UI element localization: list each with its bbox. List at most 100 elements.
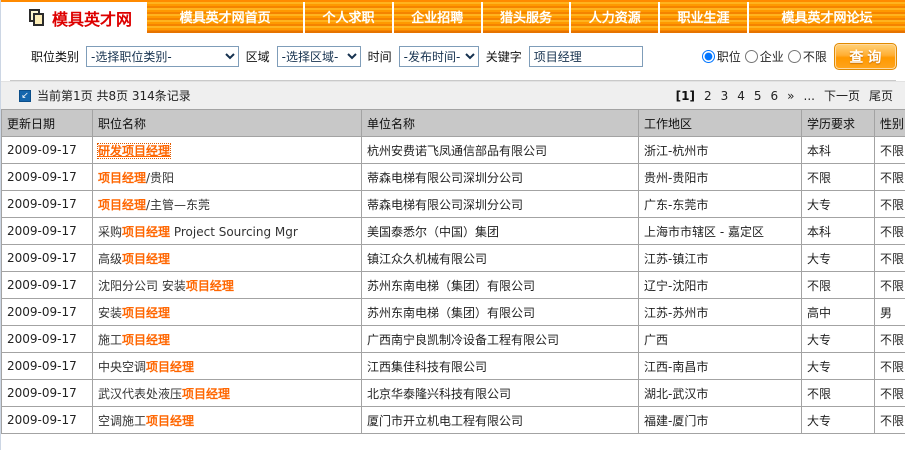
cell-education: 不限 — [802, 380, 875, 407]
page-link[interactable]: 5 — [754, 89, 762, 103]
nav-tab[interactable]: 猎头服务 — [483, 2, 570, 33]
cell-company-name: 杭州安费诺飞凤通信部品有限公司 — [362, 137, 639, 164]
cell-education: 大专 — [802, 326, 875, 353]
cell-update-date: 2009-09-17 — [2, 218, 93, 245]
search-bar: 职位类别 -选择职位类别- 区域 -选择区域- 时间 -发布时间- 关键字 职位… — [1, 33, 905, 80]
cell-update-date: 2009-09-17 — [2, 353, 93, 380]
position-link[interactable]: 安装项目经理 — [98, 306, 170, 320]
cell-gender: 不限 — [875, 326, 905, 353]
page-link[interactable]: 尾页 — [869, 87, 893, 104]
nav-tab-label: 猎头服务 — [500, 7, 552, 26]
cell-position-name: 空调施工项目经理 — [93, 407, 362, 434]
table-row: 2009-09-17 施工项目经理 广西南宁良凯制冷设备工程有限公司 广西 大专… — [2, 326, 905, 353]
cell-education: 大专 — [802, 245, 875, 272]
page-link[interactable]: ... — [804, 89, 815, 103]
cell-company-name: 厦门市开立机电工程有限公司 — [362, 407, 639, 434]
position-link[interactable]: 沈阳分公司 安装项目经理 — [98, 279, 234, 293]
nav-tab-label: 模具英才网论坛 — [781, 7, 872, 26]
cell-work-region: 福建-厦门市 — [639, 407, 802, 434]
table-row: 2009-09-17 高级项目经理 镇江众久机械有限公司 江苏-镇江市 大专 不… — [2, 245, 905, 272]
position-link[interactable]: 项目经理/主管—东莞 — [98, 198, 210, 212]
cell-update-date: 2009-09-17 — [2, 137, 93, 164]
table-row: 2009-09-17 项目经理/主管—东莞 蒂森电梯有限公司深圳分公司 广东-东… — [2, 191, 905, 218]
cell-company-name: 苏州东南电梯（集团）有限公司 — [362, 299, 639, 326]
nav-tab-label: 职业生涯 — [678, 7, 730, 26]
page-link[interactable]: 6 — [771, 89, 779, 103]
cell-work-region: 广西 — [639, 326, 802, 353]
nav-tab-label: 个人求职 — [323, 7, 375, 26]
nav-tab[interactable]: 企业招聘 — [394, 2, 481, 33]
cell-work-region: 江苏-镇江市 — [639, 245, 802, 272]
header-work-region: 工作地区 — [639, 110, 802, 137]
cell-position-name: 项目经理/贵阳 — [93, 164, 362, 191]
cell-gender: 不限 — [875, 218, 905, 245]
category-select[interactable]: -选择职位类别- — [86, 46, 239, 67]
cell-position-name: 施工项目经理 — [93, 326, 362, 353]
job-results-table: 更新日期 职位名称 单位名称 工作地区 学历要求 性别 2009-09-17 研… — [1, 109, 905, 434]
nav-tab[interactable]: 模具英才网论坛 — [749, 2, 905, 33]
scope-radio[interactable] — [788, 50, 801, 63]
cell-gender: 不限 — [875, 380, 905, 407]
position-link[interactable]: 中央空调项目经理 — [98, 360, 194, 374]
scope-radio-label: 企业 — [760, 48, 784, 65]
site-logo[interactable]: 模具英才网 — [1, 2, 147, 33]
search-button[interactable]: 查询 — [834, 43, 897, 70]
time-select[interactable]: -发布时间- — [399, 46, 479, 67]
page-link[interactable]: 2 — [704, 89, 712, 103]
position-link[interactable]: 施工项目经理 — [98, 333, 170, 347]
cell-position-name: 中央空调项目经理 — [93, 353, 362, 380]
position-link[interactable]: 空调施工项目经理 — [98, 414, 194, 428]
scope-radio-label: 不限 — [803, 48, 827, 65]
position-link[interactable]: 采购项目经理 Project Sourcing Mgr — [98, 225, 298, 239]
pagination-status: 当前第1页 共8页 314条记录 — [37, 87, 191, 104]
cell-position-name: 安装项目经理 — [93, 299, 362, 326]
region-select[interactable]: -选择区域- — [277, 46, 361, 67]
cell-position-name: 采购项目经理 Project Sourcing Mgr — [93, 218, 362, 245]
cell-work-region: 上海市市辖区 - 嘉定区 — [639, 218, 802, 245]
cell-work-region: 贵州-贵阳市 — [639, 164, 802, 191]
table-row: 2009-09-17 中央空调项目经理 江西集佳科技有限公司 江西-南昌市 大专… — [2, 353, 905, 380]
nav-tab[interactable]: 职业生涯 — [660, 2, 747, 33]
pagination-links: [1] 2 3 4 5 6 » ... 下一页 尾页 — [676, 87, 893, 104]
return-arrow-icon[interactable]: ↙ — [19, 90, 31, 102]
cell-company-name: 广西南宁良凯制冷设备工程有限公司 — [362, 326, 639, 353]
position-link[interactable]: 项目经理/贵阳 — [98, 171, 174, 185]
page-link[interactable]: » — [787, 89, 794, 103]
region-label: 区域 — [246, 48, 270, 65]
cell-company-name: 美国泰悉尔（中国）集团 — [362, 218, 639, 245]
scope-radio[interactable] — [702, 50, 715, 63]
header-update-date: 更新日期 — [2, 110, 93, 137]
pages-icon — [29, 9, 45, 27]
cell-education: 大专 — [802, 407, 875, 434]
cell-gender: 不限 — [875, 353, 905, 380]
cell-position-name: 项目经理/主管—东莞 — [93, 191, 362, 218]
nav-tab[interactable]: 模具英才网首页 — [147, 2, 303, 33]
table-header-row: 更新日期 职位名称 单位名称 工作地区 学历要求 性别 — [2, 110, 905, 137]
nav-tab[interactable]: 个人求职 — [305, 2, 392, 33]
cell-work-region: 浙江-杭州市 — [639, 137, 802, 164]
scope-radio[interactable] — [745, 50, 758, 63]
position-link[interactable]: 高级项目经理 — [98, 252, 170, 266]
nav-tab-label: 人力资源 — [589, 7, 641, 26]
table-row: 2009-09-17 采购项目经理 Project Sourcing Mgr 美… — [2, 218, 905, 245]
cell-company-name: 蒂森电梯有限公司深圳分公司 — [362, 164, 639, 191]
cell-gender: 男 — [875, 299, 905, 326]
cell-education: 不限 — [802, 164, 875, 191]
nav-tab[interactable]: 人力资源 — [571, 2, 658, 33]
cell-update-date: 2009-09-17 — [2, 380, 93, 407]
page-link[interactable]: 4 — [737, 89, 745, 103]
scope-radio-item: 职位 — [702, 48, 741, 65]
cell-update-date: 2009-09-17 — [2, 407, 93, 434]
nav-tab-label: 模具英才网首页 — [180, 7, 271, 26]
cell-work-region: 湖北-武汉市 — [639, 380, 802, 407]
cell-education: 高中 — [802, 299, 875, 326]
cell-update-date: 2009-09-17 — [2, 299, 93, 326]
keyword-input[interactable] — [529, 46, 643, 67]
position-link[interactable]: 研发项目经理 — [98, 144, 170, 158]
cell-company-name: 苏州东南电梯（集团）有限公司 — [362, 272, 639, 299]
table-row: 2009-09-17 沈阳分公司 安装项目经理 苏州东南电梯（集团）有限公司 辽… — [2, 272, 905, 299]
page-link[interactable]: 3 — [721, 89, 729, 103]
cell-update-date: 2009-09-17 — [2, 191, 93, 218]
position-link[interactable]: 武汉代表处液压项目经理 — [98, 387, 230, 401]
page-link[interactable]: 下一页 — [824, 87, 860, 104]
